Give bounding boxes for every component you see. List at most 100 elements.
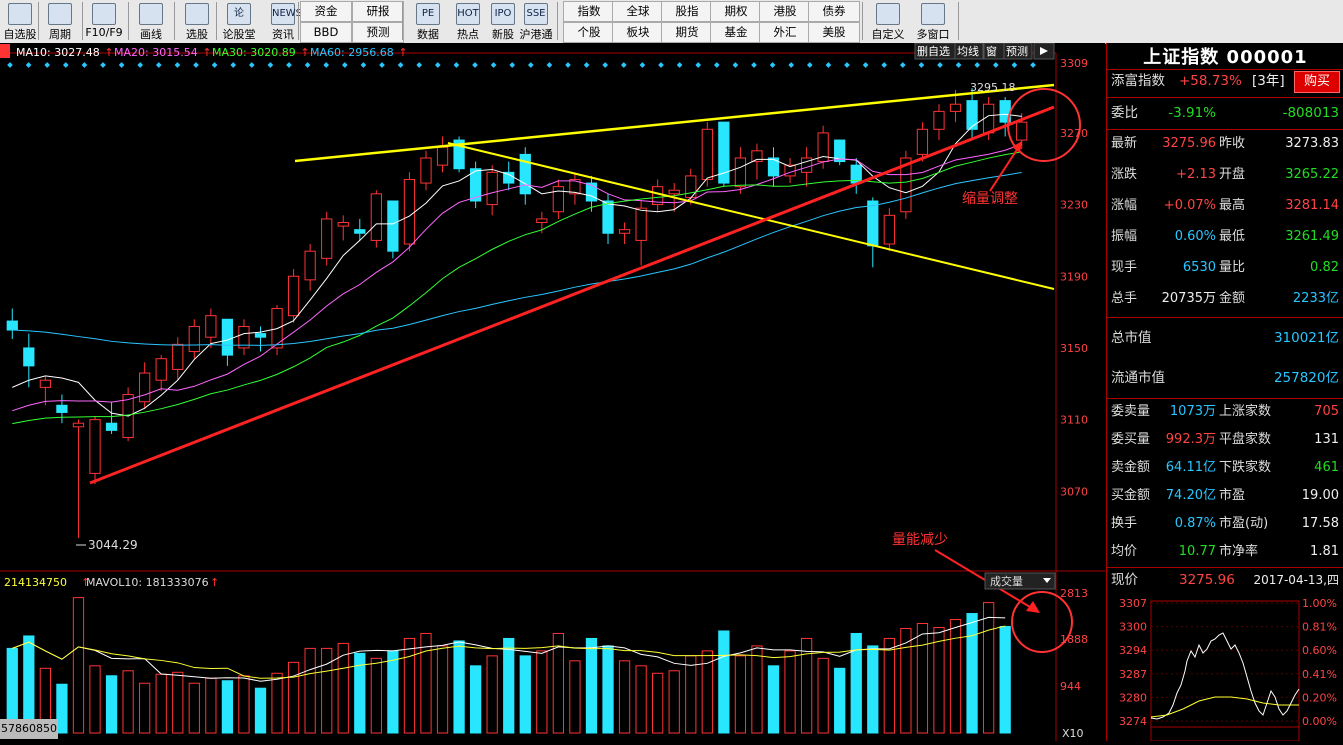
market-tab-button[interactable]: 外汇 (759, 22, 811, 43)
volume-bar (635, 665, 647, 734)
volume-bar (850, 632, 862, 734)
star-button[interactable]: 自选股 (0, 0, 40, 43)
volume-legend-value: 214134750 (4, 576, 67, 589)
candle (536, 218, 548, 223)
toolbar-separator (298, 2, 299, 40)
mini-left-tick: 3280 (1119, 691, 1147, 704)
toolbar-label: F10/F9 (85, 26, 123, 39)
market-tab-button[interactable]: 债券 (808, 1, 860, 22)
market-tab-button[interactable]: 股指 (661, 1, 713, 22)
tianfu-period: [3年] (1252, 73, 1285, 89)
quote-value: 0.60% (1174, 229, 1216, 244)
volume-bar (105, 675, 118, 734)
market-tab-button[interactable]: 板块 (612, 22, 664, 43)
pen-button[interactable]: 画线 (131, 0, 171, 43)
market-tab-button[interactable]: BBD (300, 22, 352, 43)
custom-button[interactable]: 自定义 (868, 0, 908, 43)
y-tick-label: 3190 (1060, 270, 1088, 283)
candle (668, 189, 680, 195)
quote-panel: 上证指数 000001 添富指数 +58.73% [3年] 购买 委比 -3.9… (1106, 43, 1343, 741)
market-tab-button[interactable]: 资金 (300, 1, 352, 22)
toolbar-separator (862, 2, 863, 40)
candle (949, 103, 962, 112)
weibi-pct: -3.91% (1168, 105, 1216, 121)
quote-label: 市盈 (1219, 488, 1246, 503)
candle (321, 218, 333, 259)
mini-right-tick: 0.81% (1302, 621, 1337, 634)
market-tab-button[interactable]: 研报 (352, 1, 404, 22)
f10-button[interactable]: F10/F9 (84, 0, 124, 43)
mini-right-tick: 1.00% (1302, 597, 1337, 610)
star-icon (8, 3, 32, 25)
quote-value: +2.13 (1176, 167, 1216, 182)
weibi-label: 委比 (1111, 105, 1138, 121)
volume-bar (536, 650, 548, 734)
quote-value: 10.77 (1178, 544, 1216, 559)
market-tab-button[interactable]: 全球 (612, 1, 664, 22)
up-arrow-icon: ↑ (202, 46, 211, 59)
volume-bar (602, 645, 614, 734)
kline-chart-svg[interactable]: 3309 3270 3230 3190 3150 3110 3070 缩量调整量能减少 3044… (0, 42, 1105, 741)
volume-bar (503, 637, 515, 734)
candle (139, 372, 151, 403)
market-tab-button[interactable]: 期权 (710, 1, 762, 22)
candle (503, 171, 515, 184)
market-tab-button[interactable]: 港股 (759, 1, 811, 22)
quote-value: 1073万 (1169, 404, 1216, 419)
volume-tick-label: 944 (1060, 680, 1081, 693)
pe-button[interactable]: PE 数据 (408, 0, 448, 43)
volume-bar (304, 647, 316, 734)
intraday-mini-chart[interactable]: 3307 3300 3294 3287 3280 3274 1.00% 0.81% 0.60% 0… (1107, 593, 1343, 741)
quote-row: 委卖量 1073万 上涨家数 705 (1111, 400, 1341, 424)
volume-bar (56, 683, 68, 734)
clock-icon (48, 3, 72, 25)
volume-tick-label: 2813 (1060, 587, 1088, 600)
hot-button[interactable]: HOT 热点 (448, 0, 488, 43)
mini-right-tick: 0.20% (1302, 691, 1337, 704)
quote-label: 上涨家数 (1219, 404, 1272, 419)
quote-value: 3275.96 (1162, 136, 1216, 151)
market-tab-button[interactable]: 预测 (352, 22, 404, 43)
index-title: 上证指数 000001 (1143, 47, 1308, 68)
market-tab-button[interactable]: 期货 (661, 22, 713, 43)
market-tab-button[interactable]: 基金 (710, 22, 762, 43)
candle (72, 422, 85, 428)
y-tick-label: 3150 (1060, 342, 1088, 355)
float-mktcap-label: 流通市值 (1111, 370, 1165, 386)
volume-bar (817, 657, 829, 734)
news-button[interactable]: NEWS 资讯 (263, 0, 303, 43)
mini-price-value: 3275.96 (1179, 572, 1235, 588)
volume-bar (238, 675, 250, 734)
low-price-label: 3044.29 (88, 538, 138, 552)
quote-label: 最低 (1219, 229, 1246, 244)
market-tab-button[interactable]: 美股 (808, 22, 860, 43)
toolbar-label: 热点 (457, 28, 479, 41)
quote-label: 换手 (1111, 516, 1138, 531)
volume-bar (668, 670, 680, 734)
candle (354, 229, 366, 234)
market-tab-button[interactable]: 指数 (563, 1, 615, 22)
up-arrow-icon: ↑ (104, 46, 113, 59)
quote-label: 金额 (1219, 291, 1246, 306)
quote-value: 3273.83 (1285, 136, 1339, 151)
sse-hke-button[interactable]: SSE 沪港通 (516, 0, 556, 43)
quote-label: 市盈(动) (1219, 516, 1269, 531)
multi-window-button[interactable]: 多窗口 (913, 0, 953, 43)
clock-button[interactable]: 周期 (40, 0, 80, 43)
quote-value: 64.11亿 (1165, 460, 1216, 475)
up-arrow-icon: ↑ (81, 576, 90, 589)
candle (966, 100, 978, 130)
stock-pick-button[interactable]: 选股 (177, 0, 217, 43)
toolbar-separator (216, 2, 217, 40)
quote-label: 委卖量 (1111, 404, 1151, 419)
volume-bar (271, 672, 283, 734)
buy-button[interactable]: 购买 (1294, 71, 1340, 93)
candle (387, 200, 399, 252)
volume-bar (652, 672, 664, 734)
forum-button[interactable]: 论论股堂 (219, 0, 259, 43)
volume-bar (569, 660, 581, 734)
market-tab-button[interactable]: 个股 (563, 22, 615, 43)
kline-chart-area[interactable]: 3309 3270 3230 3190 3150 3110 3070 缩量调整 量能减少 3044… (0, 42, 1105, 741)
f10-icon (92, 3, 116, 25)
chart-option-label: 删自选 (917, 45, 950, 58)
